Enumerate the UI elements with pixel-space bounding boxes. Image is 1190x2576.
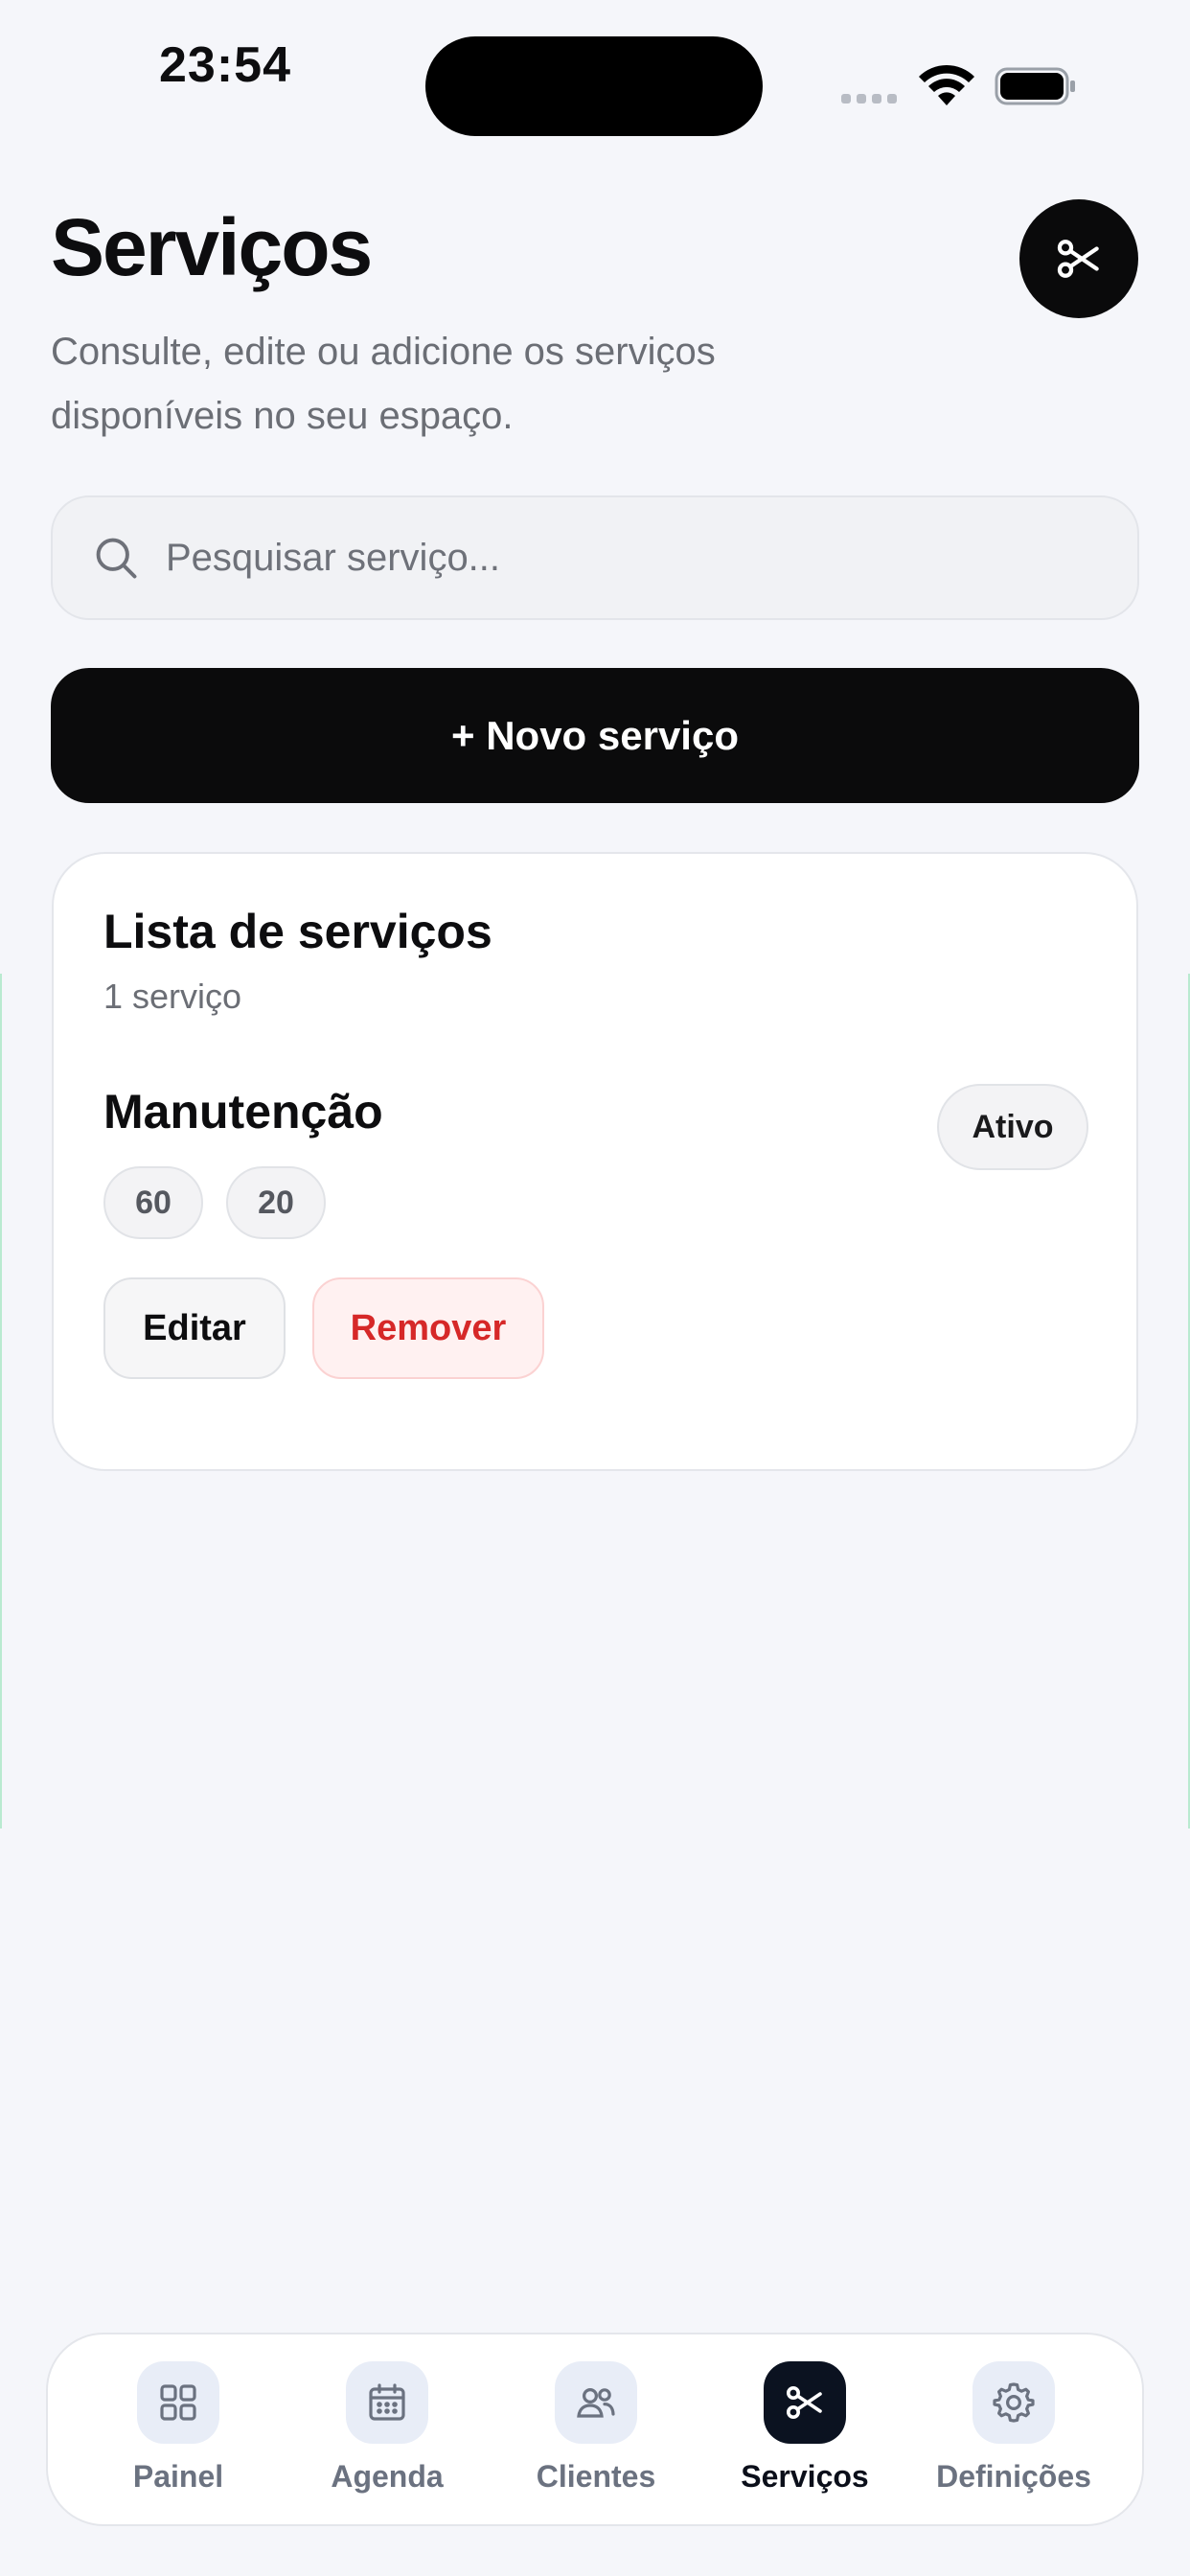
users-icon [577, 2388, 615, 2418]
card-title: Lista de serviços [103, 905, 492, 958]
new-service-button[interactable]: + Novo serviço [51, 668, 1139, 803]
search-icon [96, 538, 137, 579]
edge-accent-left [0, 974, 2, 1828]
wifi-icon [919, 64, 974, 105]
gear-icon [993, 2382, 1035, 2423]
tab-painel[interactable]: Painel [73, 2361, 284, 2495]
status-time: 23:54 [159, 37, 291, 93]
tab-label: Agenda [331, 2459, 444, 2494]
page-subtitle: Consulte, edite ou adicione os serviços … [51, 331, 716, 437]
header-scissors-button[interactable] [1019, 199, 1138, 318]
scissors-icon [1057, 240, 1099, 278]
tab-agenda[interactable]: Agenda [282, 2361, 492, 2495]
calendar-icon [369, 2383, 405, 2421]
search-field[interactable] [51, 495, 1139, 620]
edit-button[interactable]: Editar [103, 1277, 286, 1379]
cellular-signal-icon [841, 94, 897, 104]
tab-label: Definições [936, 2459, 1091, 2494]
service-chips: 60 20 [103, 1166, 326, 1239]
service-count: 1 serviço [103, 977, 242, 1016]
battery-icon [995, 67, 1075, 105]
grid-icon [160, 2384, 196, 2421]
dynamic-island [425, 36, 763, 136]
service-chip: 60 [103, 1166, 203, 1239]
remove-button[interactable]: Remover [312, 1277, 544, 1379]
bottom-tab-bar: Painel Agenda Clientes Serviços Definiçõ… [46, 2333, 1144, 2526]
page-title: Serviços [51, 202, 373, 292]
service-chip: 20 [226, 1166, 326, 1239]
tab-servicos[interactable]: Serviços [699, 2361, 910, 2495]
tab-label: Clientes [536, 2459, 656, 2494]
search-input[interactable] [166, 536, 1028, 580]
scissors-icon [787, 2386, 822, 2419]
tab-label: Serviços [741, 2459, 869, 2494]
tab-definicoes[interactable]: Definições [908, 2361, 1119, 2495]
tab-label: Painel [132, 2459, 224, 2494]
service-name: Manutenção [103, 1085, 383, 1138]
status-badge: Ativo [937, 1084, 1088, 1170]
tab-clientes[interactable]: Clientes [491, 2361, 701, 2495]
services-list-card: Lista de serviços 1 serviço Manutenção A… [52, 852, 1138, 1471]
